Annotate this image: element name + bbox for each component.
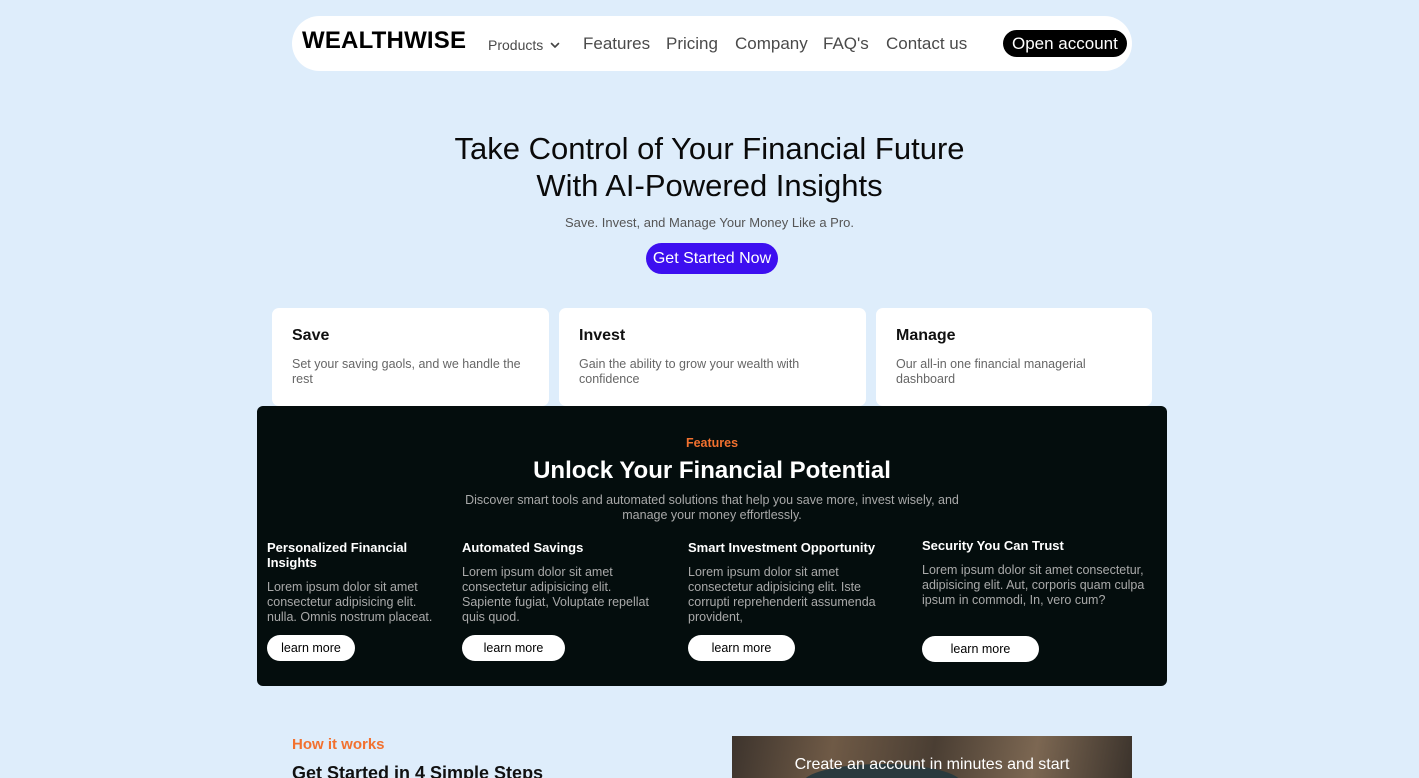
feature-item-investment: Smart Investment Opportunity Lorem ipsum… xyxy=(688,540,898,625)
feature-item-insights: Personalized Financial Insights Lorem ip… xyxy=(267,540,447,625)
card-save[interactable]: Save Set your saving gaols, and we handl… xyxy=(272,308,549,406)
features-section: Features Unlock Your Financial Potential… xyxy=(257,406,1167,686)
feature-text: Lorem ipsum dolor sit amet consectetur a… xyxy=(688,565,876,624)
how-it-works-title: Get Started in 4 Simple Steps xyxy=(292,763,544,778)
feature-text: Lorem ipsum dolor sit amet consectetur a… xyxy=(267,580,433,624)
card-text: Our all-in one financial managerial dash… xyxy=(896,357,1086,386)
hero-title-line2: With AI-Powered Insights xyxy=(536,168,883,203)
feature-item-savings: Automated Savings Lorem ipsum dolor sit … xyxy=(462,540,667,625)
feature-title: Smart Investment Opportunity xyxy=(688,540,876,555)
nav-link-contact[interactable]: Contact us xyxy=(886,34,967,54)
nav-products-dropdown[interactable]: Products xyxy=(488,37,561,53)
nav-link-features[interactable]: Features xyxy=(583,34,650,54)
learn-more-button[interactable]: learn more xyxy=(688,635,795,661)
features-description: Discover smart tools and automated solut… xyxy=(465,493,959,522)
learn-more-button[interactable]: learn more xyxy=(462,635,565,661)
feature-text: Lorem ipsum dolor sit amet consectetur a… xyxy=(462,565,649,624)
feature-title: Automated Savings xyxy=(462,540,584,555)
features-title: Unlock Your Financial Potential xyxy=(533,457,891,484)
open-account-button[interactable]: Open account xyxy=(1003,30,1127,57)
learn-more-button[interactable]: learn more xyxy=(267,635,355,661)
feature-text: Lorem ipsum dolor sit amet consectetur, … xyxy=(922,563,1145,607)
nav-link-faqs[interactable]: FAQ's xyxy=(823,34,869,54)
card-title: Invest xyxy=(579,327,626,344)
card-text: Set your saving gaols, and we handle the… xyxy=(292,357,521,386)
card-title: Manage xyxy=(896,327,956,344)
card-title: Save xyxy=(292,327,330,344)
chevron-down-icon xyxy=(550,42,560,48)
card-invest[interactable]: Invest Gain the ability to grow your wea… xyxy=(559,308,866,406)
brand-logo[interactable]: WEALTHWISE xyxy=(302,27,466,55)
card-text: Gain the ability to grow your wealth wit… xyxy=(579,357,800,386)
how-image-caption: Create an account in minutes and start xyxy=(794,756,1070,773)
card-manage[interactable]: Manage Our all-in one financial manageri… xyxy=(876,308,1152,406)
feature-title: Personalized Financial Insights xyxy=(267,540,408,570)
hero-subtitle: Save. Invest, and Manage Your Money Like… xyxy=(564,215,855,230)
nav-link-company[interactable]: Company xyxy=(735,34,808,54)
how-it-works-image: Create an account in minutes and start xyxy=(732,736,1132,778)
hero-title-line1: Take Control of Your Financial Future xyxy=(454,131,965,166)
get-started-button[interactable]: Get Started Now xyxy=(646,243,778,274)
features-tag: Features xyxy=(685,436,739,450)
nav-link-pricing[interactable]: Pricing xyxy=(666,34,718,54)
feature-title: Security You Can Trust xyxy=(922,538,1064,553)
how-it-works-tag: How it works xyxy=(292,736,385,753)
feature-item-security: Security You Can Trust Lorem ipsum dolor… xyxy=(922,538,1160,608)
learn-more-button[interactable]: learn more xyxy=(922,636,1039,662)
hero-title: Take Control of Your Financial Future Wi… xyxy=(0,130,1419,204)
top-navbar: WEALTHWISE Products Features Pricing Com… xyxy=(292,16,1132,71)
nav-products-label: Products xyxy=(488,37,544,53)
